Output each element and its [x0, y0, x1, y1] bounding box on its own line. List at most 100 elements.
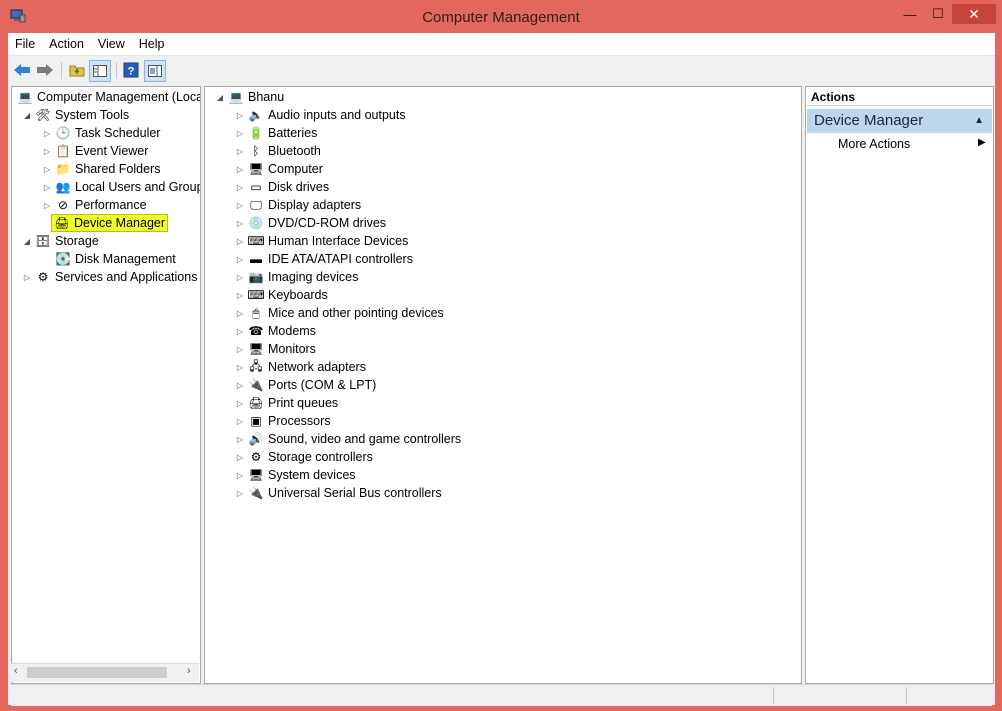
- title-bar[interactable]: Computer Management — ☐ ✕: [0, 0, 1002, 33]
- device-category-icon: 🖥: [248, 162, 264, 176]
- expand-arrow-icon[interactable]: ▷: [235, 236, 245, 246]
- menu-file[interactable]: File: [8, 33, 42, 55]
- expand-arrow-icon[interactable]: ▷: [235, 488, 245, 498]
- properties-icon[interactable]: [144, 60, 166, 82]
- expand-arrow-icon[interactable]: ▷: [235, 398, 245, 408]
- device-category[interactable]: ▷ 🖵 Display adapters: [215, 196, 461, 214]
- tree-item-event-viewer[interactable]: ▷ 📋 Event Viewer: [14, 142, 200, 160]
- expand-arrow-icon[interactable]: ▷: [22, 272, 32, 282]
- device-category-icon: 🖱: [252, 305, 260, 320]
- device-category[interactable]: ▷ 🔌 Ports (COM & LPT): [215, 376, 461, 394]
- submenu-arrow-icon[interactable]: ▶: [978, 137, 986, 148]
- actions-section-device-manager[interactable]: Device Manager ▲: [807, 109, 992, 133]
- collapse-arrow-icon[interactable]: ◢: [22, 110, 32, 120]
- tree-item-performance[interactable]: ▷ ⊘ Performance: [14, 196, 200, 214]
- expand-arrow-icon[interactable]: ▷: [235, 146, 245, 156]
- forward-arrow-icon[interactable]: [35, 60, 55, 80]
- expand-arrow-icon[interactable]: ▷: [235, 200, 245, 210]
- menu-help[interactable]: Help: [132, 33, 172, 55]
- help-icon[interactable]: ?: [121, 60, 141, 80]
- expand-arrow-icon[interactable]: ▷: [235, 308, 245, 318]
- device-category[interactable]: ▷ 🖥 System devices: [215, 466, 461, 484]
- expand-arrow-icon[interactable]: ▷: [235, 326, 245, 336]
- scroll-right-icon[interactable]: ›: [187, 665, 191, 677]
- device-category[interactable]: ▷ 🔌 Universal Serial Bus controllers: [215, 484, 461, 502]
- menu-view[interactable]: View: [91, 33, 132, 55]
- expand-arrow-icon[interactable]: ▷: [235, 128, 245, 138]
- show-hide-tree-icon[interactable]: [89, 60, 111, 82]
- maximize-button[interactable]: ☐: [924, 4, 952, 24]
- device-category-label: Imaging devices: [268, 270, 359, 284]
- device-category-icon: 🖵: [250, 197, 262, 212]
- tree-item-shared-folders[interactable]: ▷ 📁 Shared Folders: [14, 160, 200, 178]
- device-tree-root[interactable]: ◢ 💻 Bhanu: [215, 88, 461, 106]
- expand-arrow-icon[interactable]: ▷: [235, 182, 245, 192]
- device-category[interactable]: ▷ ᛒ Bluetooth: [215, 142, 461, 160]
- toolbar-separator: [116, 62, 117, 79]
- expand-arrow-icon[interactable]: ▷: [42, 182, 52, 192]
- minimize-button[interactable]: —: [896, 4, 924, 24]
- device-tree-pane[interactable]: ◢ 💻 Bhanu ▷ 🔈 Audio inputs and outputs ▷ 🔋 Ba…: [204, 86, 802, 684]
- tree-item-storage[interactable]: ◢ 🗄 Storage: [14, 232, 200, 250]
- expand-arrow-icon[interactable]: ▷: [235, 434, 245, 444]
- expand-arrow-icon[interactable]: ▷: [235, 362, 245, 372]
- tree-item-system-tools[interactable]: ◢ 🛠 System Tools: [14, 106, 200, 124]
- collapse-arrow-icon[interactable]: ◢: [215, 92, 225, 102]
- tree-item-label: Computer Management (Local: [37, 90, 201, 104]
- more-actions-link[interactable]: More Actions: [838, 137, 910, 151]
- expand-arrow-icon[interactable]: ▷: [235, 416, 245, 426]
- expand-arrow-icon[interactable]: ▷: [235, 254, 245, 264]
- collapse-up-icon[interactable]: ▲: [974, 109, 984, 133]
- expand-arrow-icon[interactable]: ▷: [235, 164, 245, 174]
- device-category[interactable]: ▷ 🖨 Print queues: [215, 394, 461, 412]
- tree-item-local-users[interactable]: ▷ 👥 Local Users and Groups: [14, 178, 200, 196]
- device-category[interactable]: ▷ ▭ Disk drives: [215, 178, 461, 196]
- device-category-label: Bluetooth: [268, 144, 321, 158]
- collapse-arrow-icon[interactable]: ◢: [22, 236, 32, 246]
- console-tree[interactable]: 💻 Computer Management (Local ◢ 🛠 System …: [11, 86, 201, 684]
- device-category[interactable]: ▷ ⌨ Keyboards: [215, 286, 461, 304]
- device-category[interactable]: ▷ 🔈 Audio inputs and outputs: [215, 106, 461, 124]
- device-category[interactable]: ▷ 🔊 Sound, video and game controllers: [215, 430, 461, 448]
- expand-arrow-icon[interactable]: ▷: [235, 272, 245, 282]
- device-category[interactable]: ▷ 🖱 Mice and other pointing devices: [215, 304, 461, 322]
- tree-item-device-manager[interactable]: 🖨 Device Manager: [14, 214, 200, 232]
- tree-item-disk-management[interactable]: 💽 Disk Management: [14, 250, 200, 268]
- expand-arrow-icon[interactable]: ▷: [235, 218, 245, 228]
- expand-arrow-icon[interactable]: ▷: [42, 128, 52, 138]
- expand-arrow-icon[interactable]: ▷: [235, 290, 245, 300]
- device-category[interactable]: ▷ ⚙ Storage controllers: [215, 448, 461, 466]
- device-category-icon: 🖨: [248, 396, 264, 410]
- menu-action[interactable]: Action: [42, 33, 91, 55]
- device-category[interactable]: ▷ ☎ Modems: [215, 322, 461, 340]
- device-category[interactable]: ▷ 💿 DVD/CD-ROM drives: [215, 214, 461, 232]
- device-category-icon: 🔊: [248, 432, 264, 446]
- up-folder-icon[interactable]: [67, 60, 87, 80]
- back-arrow-icon[interactable]: [12, 60, 32, 80]
- expand-arrow-icon[interactable]: ▷: [235, 344, 245, 354]
- expand-arrow-icon[interactable]: ▷: [235, 110, 245, 120]
- device-category[interactable]: ▷ 🖧 Network adapters: [215, 358, 461, 376]
- horizontal-scrollbar[interactable]: ‹ ›: [11, 663, 199, 682]
- device-category[interactable]: ▷ ⌨ Human Interface Devices: [215, 232, 461, 250]
- device-category[interactable]: ▷ 🔋 Batteries: [215, 124, 461, 142]
- tree-item-root[interactable]: 💻 Computer Management (Local: [14, 88, 201, 106]
- device-category[interactable]: ▷ 🖥 Monitors: [215, 340, 461, 358]
- expand-arrow-icon[interactable]: ▷: [42, 200, 52, 210]
- expand-arrow-icon[interactable]: ▷: [235, 380, 245, 390]
- tree-item-task-scheduler[interactable]: ▷ 🕒 Task Scheduler: [14, 124, 200, 142]
- device-category[interactable]: ▷ ▣ Processors: [215, 412, 461, 430]
- expand-arrow-icon[interactable]: ▷: [42, 146, 52, 156]
- scroll-left-icon[interactable]: ‹: [14, 665, 18, 677]
- device-category[interactable]: ▷ ▬ IDE ATA/ATAPI controllers: [215, 250, 461, 268]
- expand-arrow-icon[interactable]: ▷: [235, 470, 245, 480]
- tree-item-services[interactable]: ▷ ⚙ Services and Applications: [14, 268, 200, 286]
- device-category-icon: 🔌: [248, 486, 264, 500]
- close-button[interactable]: ✕: [952, 4, 996, 24]
- expand-arrow-icon[interactable]: ▷: [42, 164, 52, 174]
- device-category[interactable]: ▷ 📷 Imaging devices: [215, 268, 461, 286]
- expand-arrow-icon[interactable]: ▷: [235, 452, 245, 462]
- device-category[interactable]: ▷ 🖥 Computer: [215, 160, 461, 178]
- device-category-icon: 🔌: [248, 378, 264, 392]
- scrollbar-thumb[interactable]: [27, 667, 167, 678]
